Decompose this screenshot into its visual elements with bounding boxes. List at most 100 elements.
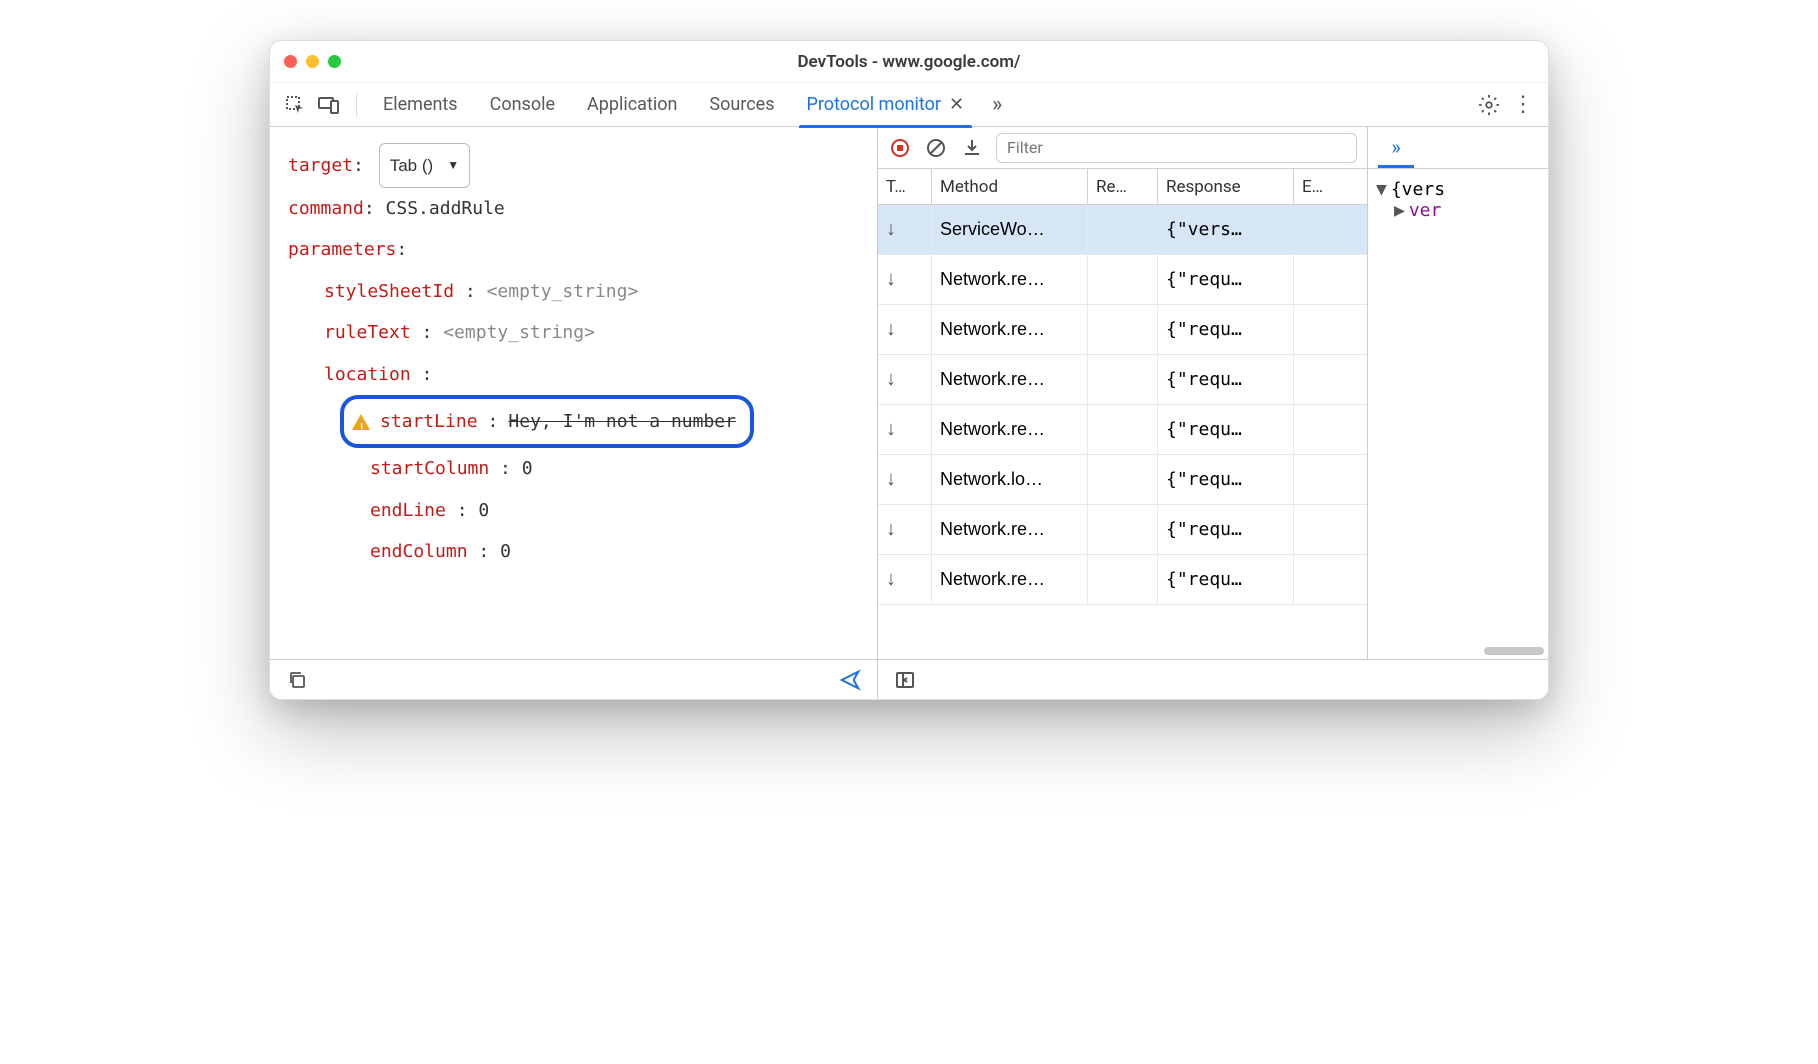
more-detail-tabs-icon[interactable]: » [1378,135,1414,168]
row-request [1088,305,1158,354]
col-type[interactable]: T… [878,169,932,204]
col-request[interactable]: Re… [1088,169,1158,204]
col-method[interactable]: Method [932,169,1088,204]
arrow-down-icon: ↓ [886,368,896,391]
row-direction: ↓ [878,255,932,304]
events-table-area: T… Method Re… Response E… ↓ServiceWo…{"v… [878,127,1368,659]
row-request [1088,555,1158,604]
tab-console[interactable]: Console [476,83,569,127]
row-direction: ↓ [878,555,932,604]
parameters-line: parameters: [288,229,859,270]
titlebar: DevTools - www.google.com/ [270,41,1548,83]
row-method: Network.re… [932,305,1088,354]
param-ruletext[interactable]: ruleText : <empty_string> [288,312,859,353]
monitor-footer [878,659,1548,699]
param-endcolumn[interactable]: endColumn : 0 [288,531,859,572]
close-window-button[interactable] [284,55,297,68]
arrow-down-icon: ↓ [886,568,896,591]
clear-icon[interactable] [924,136,948,160]
tab-protocol-monitor[interactable]: Protocol monitor ✕ [793,83,979,127]
row-method: ServiceWo… [932,205,1088,254]
invalid-value[interactable]: Hey, I'm not a number [508,401,736,442]
table-row[interactable]: ↓ ServiceWo… {"vers… [878,205,1367,255]
warning-icon [352,414,370,430]
param-startcolumn[interactable]: startColumn : 0 [288,448,859,489]
close-tab-icon[interactable]: ✕ [949,94,964,115]
table-row[interactable]: ↓ Network.re… {"requ… [878,555,1367,605]
table-row[interactable]: ↓Network.re…{"requ… [878,405,1367,455]
command-value[interactable]: CSS.addRule [386,198,505,219]
arrow-down-icon: ↓ [886,518,896,541]
window-title: DevTools - www.google.com/ [284,52,1534,72]
target-select[interactable]: Tab () ▼ [379,143,470,188]
kebab-menu-icon[interactable]: ⋮ [1508,90,1538,120]
download-icon[interactable] [960,136,984,160]
row-direction: ↓ [878,405,932,454]
row-method: Network.re… [932,505,1088,554]
row-method: Network.lo… [932,455,1088,504]
tab-elements[interactable]: Elements [369,83,472,127]
filter-input[interactable] [996,133,1357,163]
maximize-window-button[interactable] [328,55,341,68]
row-request [1088,205,1158,254]
row-request [1088,505,1158,554]
record-button[interactable] [888,136,912,160]
param-location[interactable]: location : [288,354,859,395]
more-tabs-icon[interactable]: » [982,90,1012,120]
table-row[interactable]: ↓ Network.re… {"requ… [878,355,1367,405]
row-direction: ↓ [878,355,932,404]
command-key: command [288,198,364,219]
row-method: Network.re… [932,555,1088,604]
parameters-key: parameters [288,239,396,260]
detail-toolbar: » [1368,127,1548,169]
row-response: {"requ… [1158,255,1294,304]
toggle-drawer-icon[interactable] [890,665,920,695]
row-method: Network.re… [932,355,1088,404]
copy-icon[interactable] [282,665,312,695]
command-editor: target: Tab () ▼ command: CSS.addRule pa… [270,127,877,659]
arrow-down-icon: ↓ [886,218,896,241]
table-row[interactable]: ↓Network.re… {"requ… [878,255,1367,305]
expand-toggle-icon[interactable]: ▼ [1376,179,1387,200]
json-detail[interactable]: ▼{vers ▶ver [1368,169,1548,659]
param-endline[interactable]: endLine : 0 [288,490,859,531]
row-response: {"vers… [1158,205,1294,254]
command-editor-pane: target: Tab () ▼ command: CSS.addRule pa… [270,127,878,699]
row-request [1088,255,1158,304]
send-button[interactable] [835,665,865,695]
tab-sources[interactable]: Sources [695,83,788,127]
row-direction: ↓ [878,205,932,254]
row-elapsed [1294,455,1367,504]
table-body[interactable]: ↓ServiceWo…{"vers…↓Network.re…{"requ…↓Ne… [878,205,1367,659]
row-elapsed [1294,305,1367,354]
horizontal-scrollbar[interactable] [1484,647,1544,655]
settings-icon[interactable] [1474,90,1504,120]
row-direction: ↓ [878,505,932,554]
row-elapsed [1294,255,1367,304]
table-row[interactable]: ↓ Network.re… {"requ… [878,505,1367,555]
minimize-window-button[interactable] [306,55,319,68]
arrow-down-icon: ↓ [886,468,896,491]
inspect-element-icon[interactable] [280,90,310,120]
table-row[interactable]: ↓ Network.lo… {"requ… [878,455,1367,505]
command-line: command: CSS.addRule [288,188,859,229]
row-response: {"requ… [1158,505,1294,554]
col-elapsed[interactable]: E… [1294,169,1367,204]
arrow-down-icon: ↓ [886,418,896,441]
row-response: {"requ… [1158,305,1294,354]
tab-application[interactable]: Application [573,83,691,127]
row-response: {"requ… [1158,455,1294,504]
device-toggle-icon[interactable] [314,90,344,120]
col-response[interactable]: Response [1158,169,1294,204]
row-response: {"requ… [1158,555,1294,604]
expand-toggle-icon[interactable]: ▶ [1394,200,1405,221]
table-header: T… Method Re… Response E… [878,169,1367,205]
row-elapsed [1294,405,1367,454]
table-row[interactable]: ↓Network.re… {"requ… [878,305,1367,355]
row-response: {"requ… [1158,355,1294,404]
target-key: target [288,155,353,176]
param-stylesheetid[interactable]: styleSheetId : <empty_string> [288,271,859,312]
row-direction: ↓ [878,305,932,354]
row-method: Network.re… [932,255,1088,304]
param-startline-highlight: startLine : Hey, I'm not a number [288,395,859,448]
